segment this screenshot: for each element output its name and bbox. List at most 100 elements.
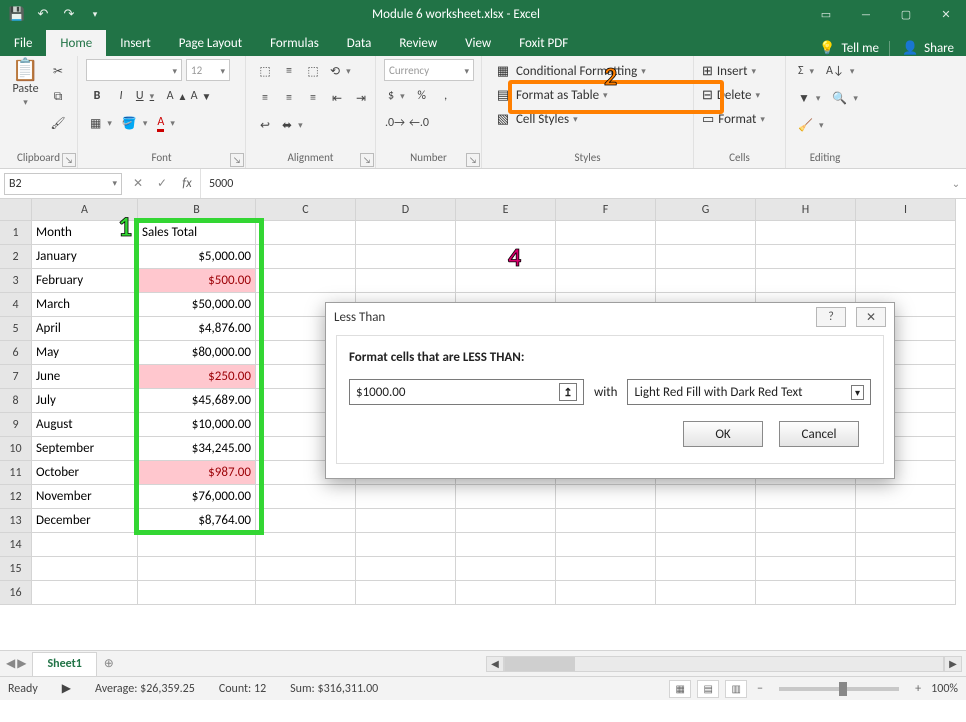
cell[interactable]: $500.00 <box>138 269 256 293</box>
row-header[interactable]: 10 <box>0 437 32 461</box>
cell[interactable] <box>456 581 556 605</box>
format-painter-icon[interactable]: 🖌 <box>47 111 69 135</box>
dialog-format-select[interactable]: Light Red Fill with Dark Red Text ▾ <box>627 379 871 405</box>
tab-data[interactable]: Data <box>333 30 386 56</box>
autosum-button[interactable]: Σ <box>794 59 818 83</box>
grow-font-button[interactable]: A▲ <box>166 84 188 108</box>
cell[interactable] <box>556 557 656 581</box>
bold-button[interactable]: B <box>86 84 108 108</box>
cell[interactable] <box>456 269 556 293</box>
dialog-help-button[interactable]: ? <box>816 307 846 327</box>
cell[interactable]: November <box>32 485 138 509</box>
fill-button[interactable]: ▼ <box>794 86 824 110</box>
hscroll-track[interactable] <box>504 656 944 672</box>
align-top-button[interactable]: ⬚ <box>254 59 276 83</box>
cell[interactable] <box>256 221 356 245</box>
align-right-button[interactable]: ≡ <box>302 86 324 110</box>
cell[interactable] <box>856 509 956 533</box>
italic-button[interactable]: I <box>110 84 132 108</box>
dialog-close-button[interactable]: ✕ <box>856 307 886 327</box>
cell[interactable]: July <box>32 389 138 413</box>
increase-indent-button[interactable]: ⇥ <box>350 86 372 110</box>
cell[interactable]: $34,245.00 <box>138 437 256 461</box>
cell[interactable] <box>856 533 956 557</box>
redo-icon[interactable]: ↷ <box>58 3 80 25</box>
cut-icon[interactable]: ✂ <box>47 59 69 83</box>
cell[interactable]: $76,000.00 <box>138 485 256 509</box>
cell[interactable]: $8,764.00 <box>138 509 256 533</box>
font-dialog-launcher[interactable] <box>230 153 244 167</box>
view-page-break-icon[interactable]: ▥ <box>725 680 747 698</box>
align-bottom-button[interactable]: ⬚ <box>302 59 324 83</box>
zoom-slider[interactable] <box>779 687 899 691</box>
row-header[interactable]: 3 <box>0 269 32 293</box>
cell[interactable] <box>138 557 256 581</box>
cell[interactable] <box>356 245 456 269</box>
copy-icon[interactable]: ⧉ <box>47 85 69 109</box>
column-header[interactable]: H <box>756 199 856 221</box>
cell[interactable] <box>256 533 356 557</box>
accounting-format-button[interactable]: $ <box>384 84 409 108</box>
tab-review[interactable]: Review <box>385 30 451 56</box>
cell[interactable] <box>256 269 356 293</box>
cell[interactable] <box>556 509 656 533</box>
row-header[interactable]: 1 <box>0 221 32 245</box>
cell[interactable]: October <box>32 461 138 485</box>
name-box[interactable]: B2 ▾ <box>4 173 122 195</box>
row-header[interactable]: 4 <box>0 293 32 317</box>
hscroll-left-icon[interactable]: ◀ <box>486 656 504 672</box>
minimize-icon[interactable]: — <box>846 0 886 28</box>
cell[interactable]: $5,000.00 <box>138 245 256 269</box>
align-middle-button[interactable]: ≡ <box>278 59 300 83</box>
column-header[interactable]: E <box>456 199 556 221</box>
cell[interactable] <box>556 221 656 245</box>
cell[interactable] <box>656 581 756 605</box>
cell[interactable] <box>756 557 856 581</box>
align-left-button[interactable]: ≡ <box>254 86 276 110</box>
macro-record-icon[interactable]: ▶ <box>62 681 71 696</box>
horizontal-scrollbar[interactable]: ◀ ▶ <box>121 656 966 672</box>
row-header[interactable]: 14 <box>0 533 32 557</box>
cell[interactable] <box>32 557 138 581</box>
cell[interactable]: January <box>32 245 138 269</box>
cell[interactable] <box>656 557 756 581</box>
dialog-cancel-button[interactable]: Cancel <box>779 421 859 447</box>
row-header[interactable]: 13 <box>0 509 32 533</box>
tab-scroll-right-icon[interactable]: ▶ <box>17 656 26 671</box>
cell[interactable]: August <box>32 413 138 437</box>
cell[interactable]: December <box>32 509 138 533</box>
cell[interactable]: $987.00 <box>138 461 256 485</box>
orientation-button[interactable]: ⟲ <box>326 59 355 83</box>
dialog-value-input[interactable]: $1000.00 ↥ <box>349 379 584 405</box>
format-cells-button[interactable]: ▭Format▾ <box>702 107 765 131</box>
cell[interactable] <box>756 581 856 605</box>
column-header[interactable]: G <box>656 199 756 221</box>
tab-page-layout[interactable]: Page Layout <box>165 30 256 56</box>
cell[interactable] <box>456 509 556 533</box>
sort-filter-button[interactable]: A↓ <box>822 59 858 83</box>
cell[interactable] <box>656 245 756 269</box>
tab-file[interactable]: File <box>0 30 46 56</box>
merge-center-button[interactable]: ⬌ <box>278 113 307 137</box>
dialog-ok-button[interactable]: OK <box>683 421 763 447</box>
cell[interactable]: September <box>32 437 138 461</box>
format-as-table-button[interactable]: ▤ Format as Table ▾ <box>490 83 612 107</box>
fill-color-button[interactable]: 🪣 <box>118 111 151 135</box>
clear-button[interactable]: 🧹 <box>794 113 827 137</box>
align-center-button[interactable]: ≡ <box>278 86 300 110</box>
cell[interactable] <box>556 533 656 557</box>
cell[interactable] <box>256 509 356 533</box>
tell-me[interactable]: 💡 Tell me <box>809 41 889 56</box>
delete-cells-button[interactable]: ⊟Delete▾ <box>702 83 760 107</box>
cell[interactable] <box>856 221 956 245</box>
row-header[interactable]: 8 <box>0 389 32 413</box>
cell[interactable] <box>256 557 356 581</box>
cell[interactable] <box>756 269 856 293</box>
row-header[interactable]: 15 <box>0 557 32 581</box>
cell[interactable] <box>456 245 556 269</box>
font-color-button[interactable]: A <box>153 111 178 135</box>
cell[interactable] <box>32 581 138 605</box>
cell[interactable] <box>32 533 138 557</box>
borders-button[interactable]: ▦ <box>86 111 116 135</box>
cell[interactable] <box>656 509 756 533</box>
